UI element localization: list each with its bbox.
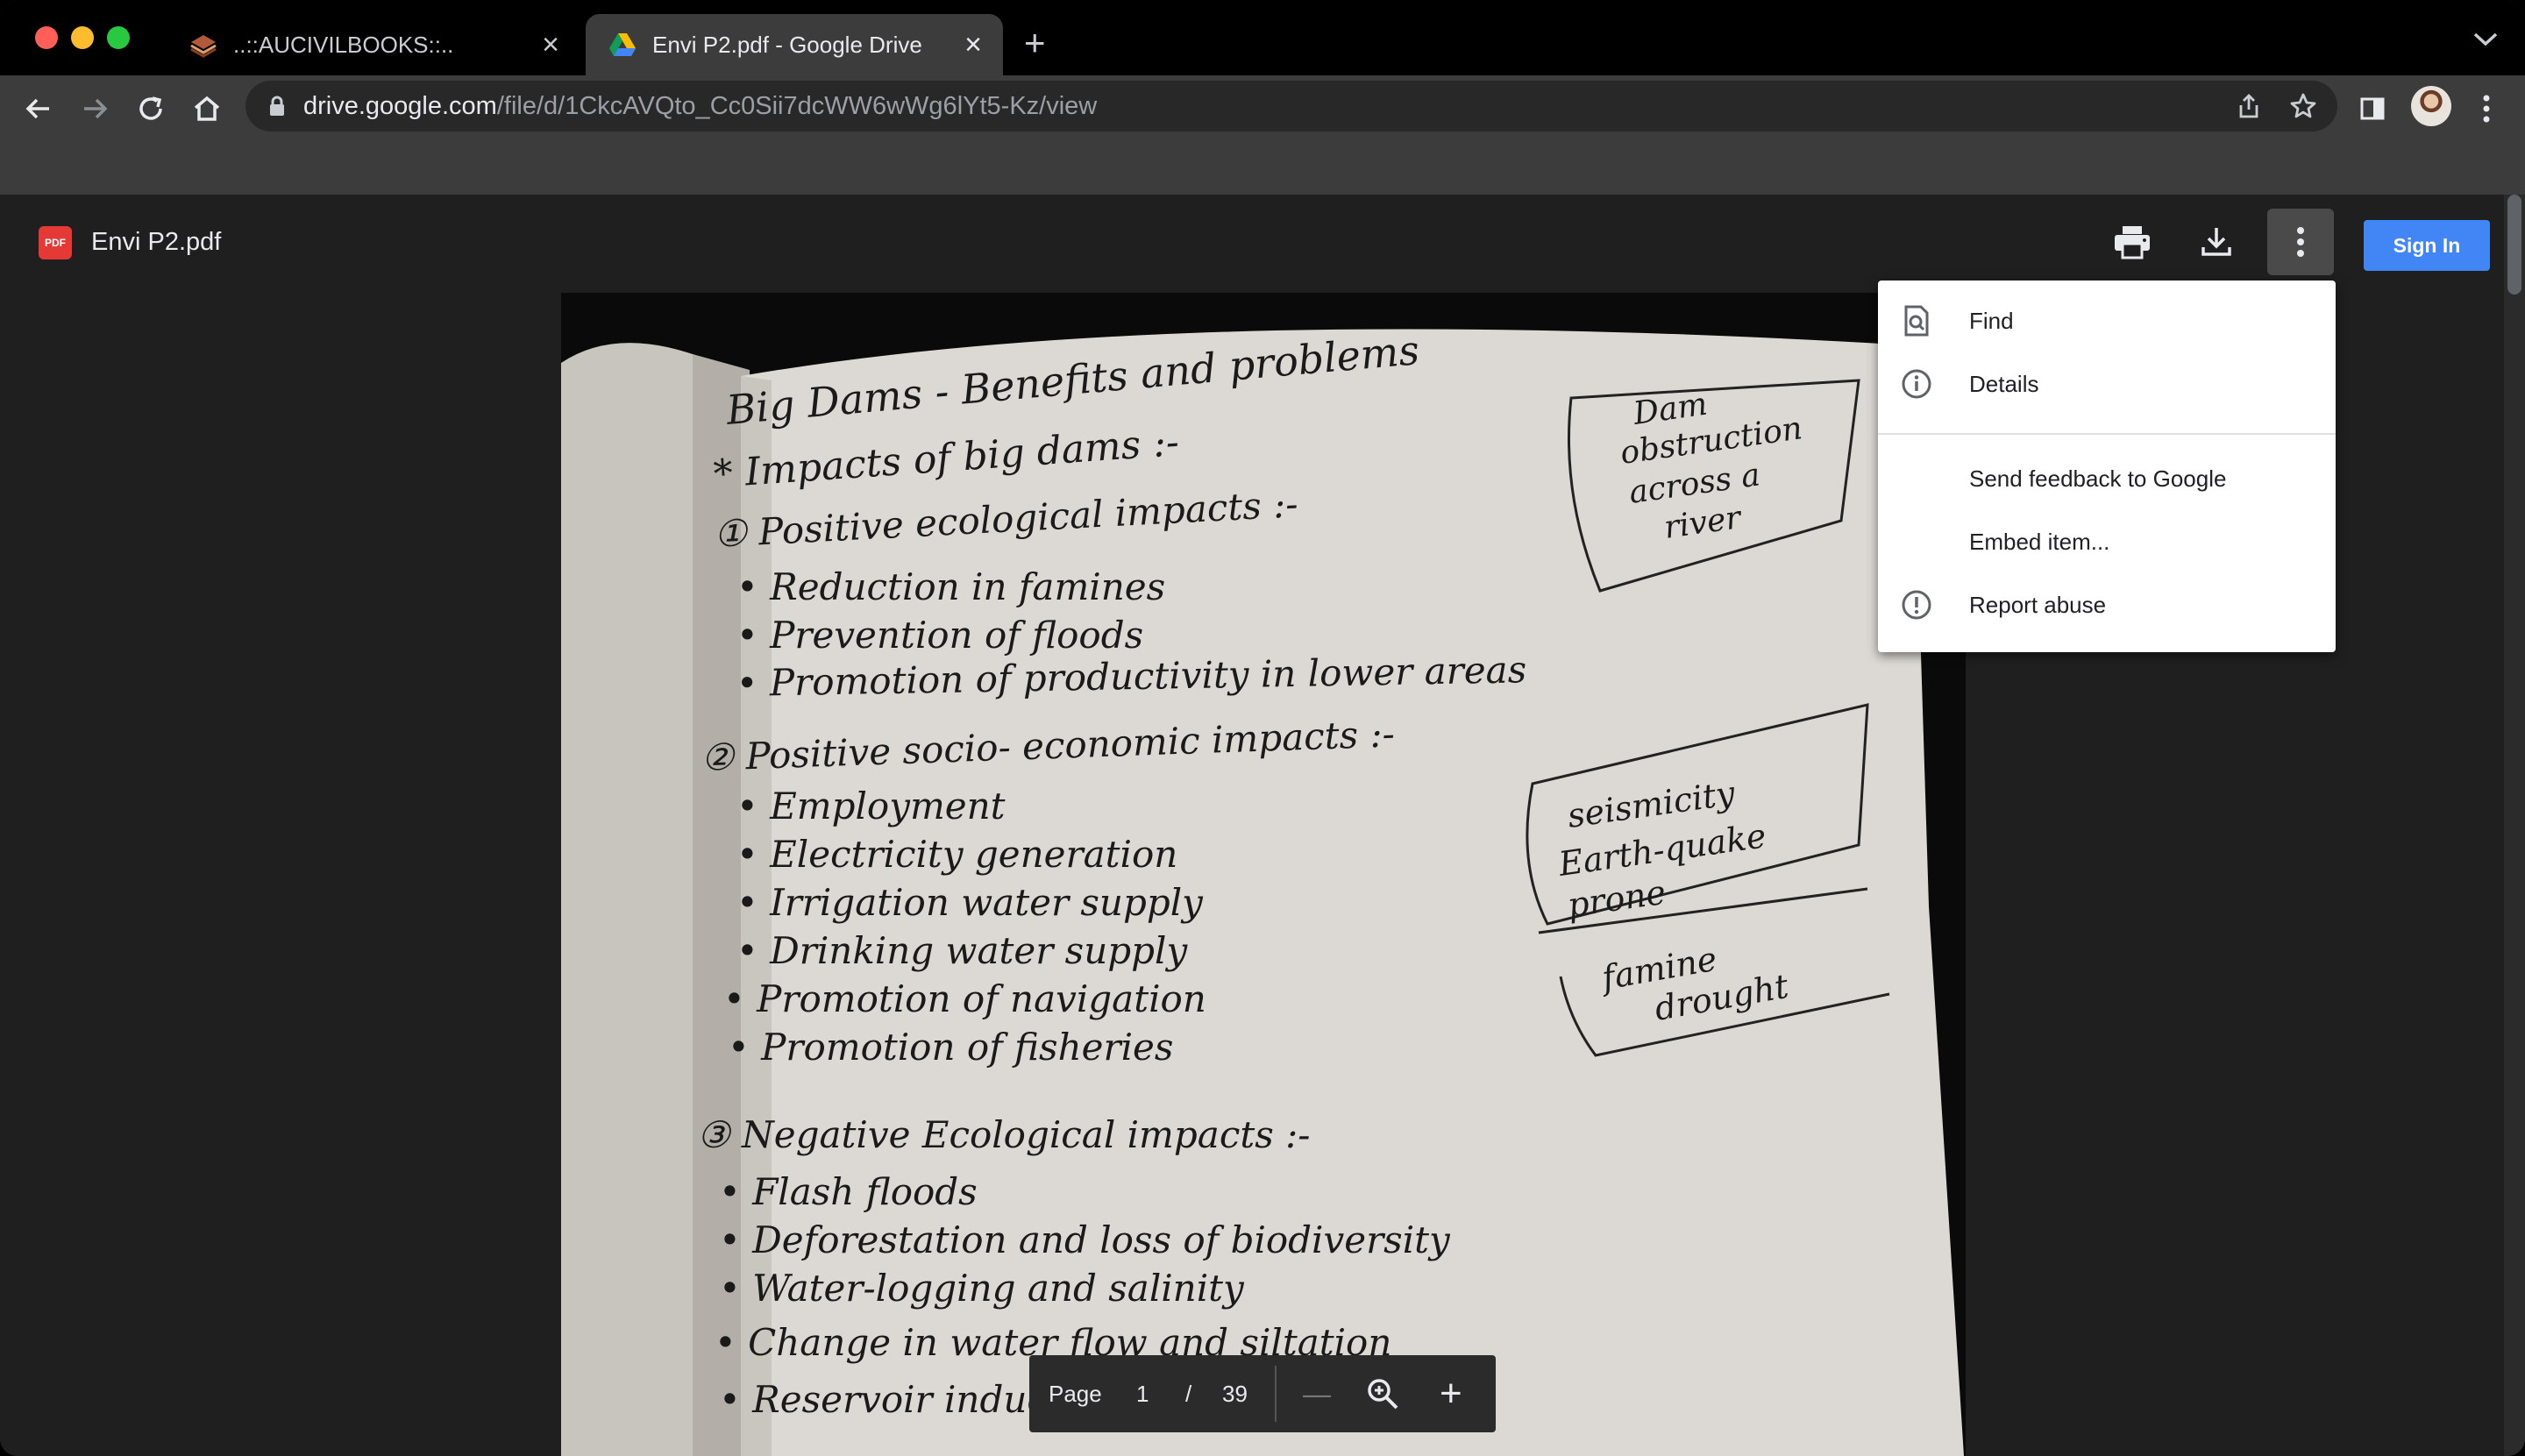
home-icon[interactable] xyxy=(186,88,228,130)
minimize-window-button[interactable] xyxy=(71,26,94,49)
maximize-window-button[interactable] xyxy=(107,26,130,49)
tab-title: ..::AUCIVILBOOKS::.. xyxy=(233,31,454,58)
list-item: • Flash floods xyxy=(719,1170,978,1213)
share-icon[interactable] xyxy=(2234,91,2264,121)
menu-item-label: Embed item... xyxy=(1969,528,2110,555)
more-actions-menu: Find Details Send feedback to Google Emb… xyxy=(1878,281,2336,652)
list-item: • Promotion of navigation xyxy=(723,977,1206,1020)
page-number-input[interactable]: 1 xyxy=(1136,1355,1149,1432)
list-item: • Water-logging and salinity xyxy=(719,1267,1245,1310)
page-total: 39 xyxy=(1222,1380,1248,1407)
list-item: • Prevention of floods xyxy=(736,614,1143,657)
url-text[interactable]: drive.google.com/file/d/1CkcAVQto_Cc0Sii… xyxy=(303,92,1097,121)
forward-icon[interactable] xyxy=(74,88,116,130)
menu-item-report-abuse[interactable]: Report abuse xyxy=(1878,573,2336,636)
browser-menu-icon[interactable] xyxy=(2462,84,2511,133)
back-icon[interactable] xyxy=(18,88,60,130)
menu-item-send-feedback[interactable]: Send feedback to Google xyxy=(1878,447,2336,510)
browser-window: ..::AUCIVILBOOKS::.. × Envi P2.pdf - Goo… xyxy=(0,0,2525,1456)
tab-aucivilbooks[interactable]: ..::AUCIVILBOOKS::.. × xyxy=(167,14,580,75)
page-label: Page xyxy=(1049,1380,1102,1407)
menu-item-label: Send feedback to Google xyxy=(1969,465,2227,492)
list-item: • Deforestation and loss of biodiversity xyxy=(719,1218,1451,1261)
file-title: Envi P2.pdf xyxy=(91,228,222,256)
list-item: • Reduction in famines xyxy=(736,565,1165,608)
tab-search-icon[interactable] xyxy=(2471,30,2500,53)
print-icon[interactable] xyxy=(2099,209,2166,275)
tab-envi-pdf[interactable]: Envi P2.pdf - Google Drive × xyxy=(586,14,1003,75)
books-favicon-icon xyxy=(188,29,219,60)
list-item: • Promotion of fisheries xyxy=(728,1026,1173,1069)
download-icon[interactable] xyxy=(2183,209,2250,275)
tab-strip: ..::AUCIVILBOOKS::.. × Envi P2.pdf - Goo… xyxy=(0,0,2525,75)
menu-item-find[interactable]: Find xyxy=(1878,289,2336,352)
menu-item-label: Find xyxy=(1969,307,2014,334)
menu-item-details[interactable]: Details xyxy=(1878,352,2336,415)
tab-close-button[interactable]: × xyxy=(542,30,559,60)
reload-icon[interactable] xyxy=(130,88,172,130)
report-icon xyxy=(1901,589,1932,621)
list-item: • Irrigation water supply xyxy=(736,881,1204,924)
address-bar[interactable]: drive.google.com/file/d/1CkcAVQto_Cc0Sii… xyxy=(245,81,2337,131)
info-icon xyxy=(1901,368,1932,400)
new-tab-button[interactable]: + xyxy=(1024,25,1046,61)
menu-divider xyxy=(1878,433,2336,435)
more-actions-icon[interactable] xyxy=(2267,209,2334,275)
zoom-icon xyxy=(1366,1355,1399,1432)
notebook-photo: Big Dams - Benefits and problems * Impac… xyxy=(561,293,1966,1456)
lock-icon[interactable] xyxy=(268,96,286,121)
menu-item-label: Report abuse xyxy=(1969,591,2107,618)
profile-avatar[interactable] xyxy=(2411,86,2451,126)
zoom-in-button[interactable]: + xyxy=(1440,1355,1462,1432)
divider xyxy=(1275,1366,1277,1422)
menu-item-embed[interactable]: Embed item... xyxy=(1878,510,2336,573)
viewer-scrollbar[interactable] xyxy=(2504,195,2525,1456)
menu-item-label: Details xyxy=(1969,370,2039,397)
tab-title: Envi P2.pdf - Google Drive xyxy=(652,31,922,58)
pdf-page: Big Dams - Benefits and problems * Impac… xyxy=(561,293,1966,1456)
page-separator: / xyxy=(1185,1380,1192,1407)
bookmark-star-icon[interactable] xyxy=(2288,91,2318,121)
page-navigation-bar: Page 1 / 39 — + xyxy=(1029,1355,1496,1432)
scrollbar-thumb[interactable] xyxy=(2507,195,2521,295)
close-window-button[interactable] xyxy=(35,26,58,49)
google-drive-icon xyxy=(607,29,638,60)
tab-close-button[interactable]: × xyxy=(964,30,982,60)
find-in-page-icon xyxy=(1901,305,1932,337)
section-title: ③ Negative Ecological impacts :- xyxy=(697,1113,1310,1156)
pdf-file-icon: PDF xyxy=(39,226,72,259)
list-item: • Employment xyxy=(736,785,1006,827)
sign-in-button[interactable]: Sign In xyxy=(2364,220,2490,271)
zoom-out-button[interactable]: — xyxy=(1303,1355,1331,1432)
list-item: • Electricity generation xyxy=(736,833,1177,876)
list-item: • Drinking water supply xyxy=(736,929,1188,972)
side-panel-icon[interactable] xyxy=(2348,84,2397,133)
